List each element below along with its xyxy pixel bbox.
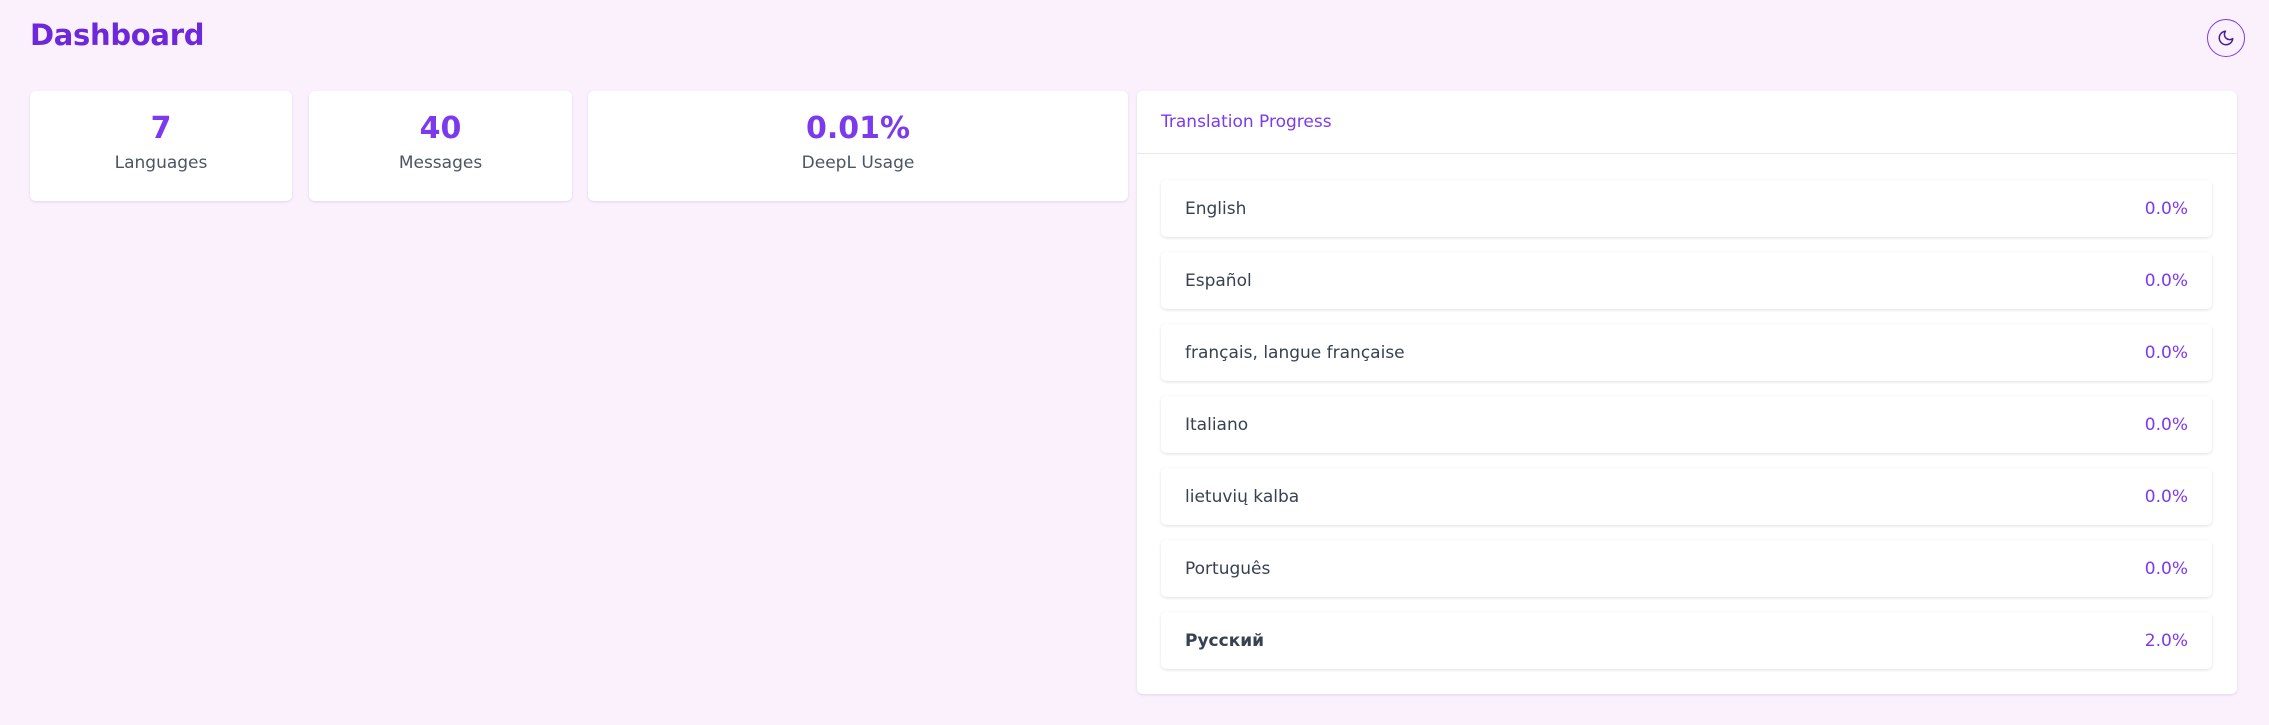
language-row-francais[interactable]: français, langue française 0.0% [1161,324,2212,381]
language-name: français, langue française [1185,342,1405,363]
language-name: English [1185,198,1247,219]
stat-value: 0.01% [805,111,911,146]
language-percent: 0.0% [2144,486,2188,507]
language-percent: 0.0% [2144,414,2188,435]
language-name: Русский [1185,630,1265,651]
language-row-italiano[interactable]: Italiano 0.0% [1161,396,2212,453]
stat-label: Languages [114,153,208,173]
panel-title: Translation Progress [1137,91,2237,154]
language-row-english[interactable]: English 0.0% [1161,180,2212,237]
language-percent: 0.0% [2144,198,2188,219]
language-row-russian[interactable]: Русский 2.0% [1161,612,2212,669]
language-name: Español [1185,270,1252,291]
language-percent: 0.0% [2144,558,2188,579]
language-name: lietuvių kalba [1185,486,1300,507]
language-progress-list: English 0.0% Español 0.0% français, lang… [1161,180,2212,684]
language-percent: 0.0% [2144,270,2188,291]
page-title: Dashboard [30,18,205,52]
theme-toggle-button[interactable] [2207,19,2245,57]
language-row-lietuviu[interactable]: lietuvių kalba 0.0% [1161,468,2212,525]
language-name: Português [1185,558,1271,579]
moon-icon [2217,29,2235,47]
language-row-portugues[interactable]: Português 0.0% [1161,540,2212,597]
language-percent: 2.0% [2144,630,2188,651]
language-row-espanol[interactable]: Español 0.0% [1161,252,2212,309]
stat-card-languages: 7 Languages [30,91,292,201]
stat-label: DeepL Usage [801,153,915,173]
stat-value: 40 [419,111,462,146]
language-name: Italiano [1185,414,1249,435]
stat-card-messages: 40 Messages [309,91,572,201]
stat-card-deepl-usage: 0.01% DeepL Usage [588,91,1128,201]
language-percent: 0.0% [2144,342,2188,363]
stat-value: 7 [150,111,172,146]
translation-progress-panel: Translation Progress English 0.0% Españo… [1137,91,2237,694]
stat-label: Messages [398,153,483,173]
